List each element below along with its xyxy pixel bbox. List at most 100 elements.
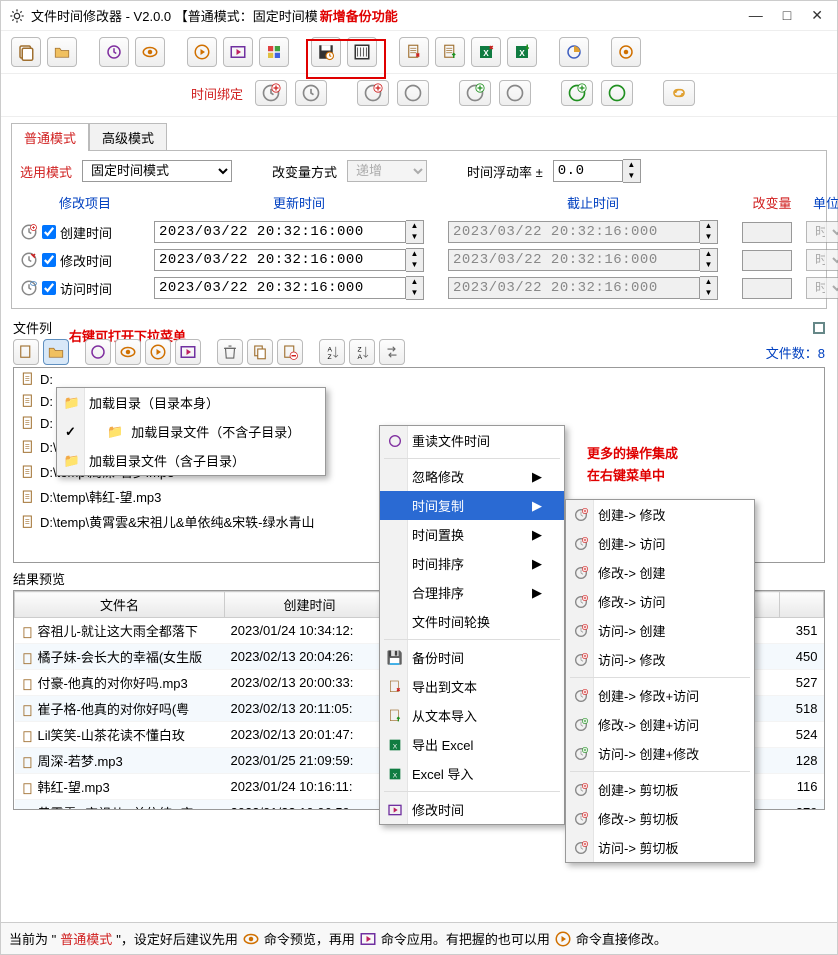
- ctx-timeswap[interactable]: 时间置换▶: [380, 520, 564, 549]
- spin[interactable]: ▲▼: [700, 248, 718, 272]
- grid-button[interactable]: [259, 37, 289, 67]
- create-check[interactable]: [42, 225, 56, 239]
- ctx-reasonsort[interactable]: 合理排序▶: [380, 578, 564, 607]
- reread-files-button[interactable]: [85, 339, 111, 365]
- bind-link-button[interactable]: [663, 80, 695, 106]
- ctx-timesort[interactable]: 时间排序▶: [380, 549, 564, 578]
- status-text: 命令直接修改。: [576, 929, 667, 948]
- col-filename[interactable]: 文件名: [15, 592, 225, 618]
- create-update-input[interactable]: [154, 221, 406, 243]
- col-createtime[interactable]: 创建时间: [225, 592, 395, 618]
- ctx-copy-option[interactable]: 修改-> 剪切板: [566, 804, 754, 833]
- ctx-copy-option[interactable]: 访问-> 创建+修改: [566, 739, 754, 768]
- ctx-timecopy[interactable]: 时间复制▶: [380, 491, 564, 520]
- delete-button[interactable]: [217, 339, 243, 365]
- bind-plus-2[interactable]: [357, 80, 389, 106]
- add-file-button[interactable]: [13, 339, 39, 365]
- minimize-button[interactable]: —: [749, 7, 763, 24]
- settings-button[interactable]: [611, 37, 641, 67]
- ctx-load-dir-sub[interactable]: 📁加载目录文件（含子目录）: [57, 446, 325, 475]
- remove-button[interactable]: [277, 339, 303, 365]
- tab-normal[interactable]: 普通模式: [11, 123, 89, 151]
- bind-arrow-3[interactable]: [499, 80, 531, 106]
- spin[interactable]: ▲▼: [406, 220, 424, 244]
- modify-check[interactable]: [42, 253, 56, 267]
- import-xls-button[interactable]: X: [507, 37, 537, 67]
- bind-plus-3[interactable]: [459, 80, 491, 106]
- close-button[interactable]: ✕: [811, 7, 823, 24]
- ctx-expxls[interactable]: X导出 Excel: [380, 730, 564, 759]
- access-update-input[interactable]: [154, 277, 406, 299]
- preview-button[interactable]: [135, 37, 165, 67]
- modify-label: 修改时间: [60, 251, 112, 270]
- clock-icon: [572, 781, 590, 799]
- spin[interactable]: ▲▼: [700, 276, 718, 300]
- open-file-button[interactable]: [11, 37, 41, 67]
- ctx-backup[interactable]: 💾备份时间: [380, 643, 564, 672]
- tab-advanced[interactable]: 高级模式: [89, 123, 167, 151]
- ctx-copy-option[interactable]: 访问-> 修改: [566, 645, 754, 674]
- status-text: 命令预览，再用: [264, 929, 355, 948]
- apply-files-button[interactable]: [175, 339, 201, 365]
- reread-button[interactable]: [99, 37, 129, 67]
- run-files-button[interactable]: [145, 339, 171, 365]
- copy-button[interactable]: [247, 339, 273, 365]
- ctx-impxls[interactable]: XExcel 导入: [380, 759, 564, 788]
- float-rate-input[interactable]: [553, 160, 623, 182]
- export-xls-button[interactable]: X: [471, 37, 501, 67]
- ctx-timecopy-submenu[interactable]: 创建-> 修改创建-> 访问修改-> 创建修改-> 访问访问-> 创建访问-> …: [565, 499, 755, 863]
- ctx-copy-option[interactable]: 修改-> 访问: [566, 587, 754, 616]
- bind-arrow-1[interactable]: [295, 80, 327, 106]
- export-txt-button[interactable]: [399, 37, 429, 67]
- create-label: 创建时间: [60, 223, 112, 242]
- bind-arrow-2[interactable]: [397, 80, 429, 106]
- modify-update-input[interactable]: [154, 249, 406, 271]
- collapse-icon[interactable]: [813, 322, 825, 334]
- bind-arrow-4[interactable]: [601, 80, 633, 106]
- ctx-load-dir-self[interactable]: 📁加载目录（目录本身）: [57, 388, 325, 417]
- sort-az-button[interactable]: AZ: [319, 339, 345, 365]
- ctx-load-dir-nosub[interactable]: 📁加载目录文件（不含子目录）: [57, 417, 325, 446]
- import-txt-button[interactable]: [435, 37, 465, 67]
- ctx-main[interactable]: 重读文件时间 忽略修改▶ 时间复制▶ 时间置换▶ 时间排序▶ 合理排序▶ 文件时…: [379, 425, 565, 825]
- maximize-button[interactable]: □: [783, 7, 791, 24]
- ctx-copy-option[interactable]: 访问-> 创建: [566, 616, 754, 645]
- file-icon: [21, 626, 35, 640]
- ctx-copy-option[interactable]: 创建-> 访问: [566, 529, 754, 558]
- ctx-imptxt[interactable]: 从文本导入: [380, 701, 564, 730]
- swap-button[interactable]: [379, 339, 405, 365]
- ctx-modtime[interactable]: 修改时间: [380, 795, 564, 824]
- backup-load-button[interactable]: [347, 37, 377, 67]
- preview-files-button[interactable]: [115, 339, 141, 365]
- spin[interactable]: ▲▼: [406, 276, 424, 300]
- spin[interactable]: ▲▼: [700, 220, 718, 244]
- bind-plus-4[interactable]: [561, 80, 593, 106]
- ctx-rotate[interactable]: 文件时间轮换: [380, 607, 564, 636]
- ctx-copy-option[interactable]: 访问-> 剪切板: [566, 833, 754, 862]
- ctx-copy-option[interactable]: 修改-> 创建+访问: [566, 710, 754, 739]
- add-folder-button[interactable]: [43, 339, 69, 365]
- pie-button[interactable]: [559, 37, 589, 67]
- sort-za-button[interactable]: ZA: [349, 339, 375, 365]
- access-check[interactable]: [42, 281, 56, 295]
- ctx-copy-option[interactable]: 创建-> 修改: [566, 500, 754, 529]
- ctx-copy-option[interactable]: 修改-> 创建: [566, 558, 754, 587]
- ctx-copy-option[interactable]: 创建-> 修改+访问: [566, 681, 754, 710]
- apply-button[interactable]: [223, 37, 253, 67]
- select-mode-label: 选用模式: [20, 162, 72, 181]
- access-amt: [742, 278, 792, 299]
- ctx-add-folder[interactable]: 📁加载目录（目录本身） 📁加载目录文件（不含子目录） 📁加载目录文件（含子目录）: [56, 387, 326, 476]
- ctx-reread[interactable]: 重读文件时间: [380, 426, 564, 455]
- spin[interactable]: ▲▼: [406, 248, 424, 272]
- create-amt: [742, 222, 792, 243]
- mode-select[interactable]: 固定时间模式: [82, 160, 232, 182]
- bind-plus-1[interactable]: [255, 80, 287, 106]
- backup-save-button[interactable]: [311, 37, 341, 67]
- ctx-copy-option[interactable]: 创建-> 剪切板: [566, 775, 754, 804]
- open-folder-button[interactable]: [47, 37, 77, 67]
- ctx-exptxt[interactable]: 导出到文本: [380, 672, 564, 701]
- ctx-ignore[interactable]: 忽略修改▶: [380, 462, 564, 491]
- filecount-value: 8: [818, 346, 825, 361]
- float-spinner[interactable]: ▲▼: [623, 159, 641, 183]
- direct-run-button[interactable]: [187, 37, 217, 67]
